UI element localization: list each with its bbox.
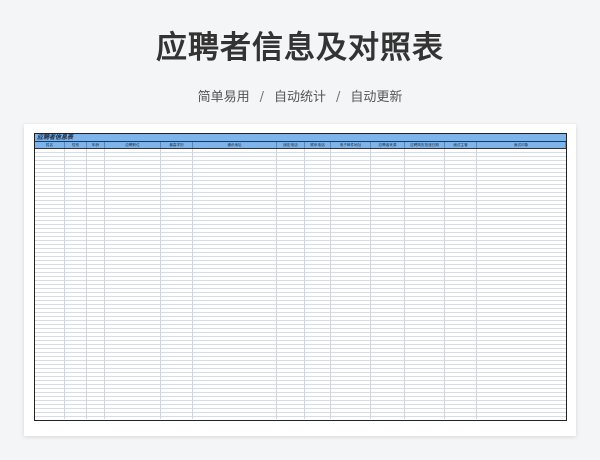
column-header: 姓名 [35, 142, 65, 148]
column-divider [304, 149, 305, 419]
column-divider [370, 149, 371, 419]
column-header: 联系电话 [305, 142, 331, 148]
column-divider [160, 149, 161, 419]
column-divider [104, 149, 105, 419]
column-header: 最高学历 [161, 142, 193, 148]
applicant-table: 应聘者信息表 姓名 性别 年龄 应聘职位 最高学历 通讯地址 固定电话 联系电话 电子邮件地址应… [34, 133, 567, 421]
column-divider [276, 149, 277, 419]
column-divider [444, 149, 445, 419]
column-header: 年龄 [87, 142, 105, 148]
column-divider [86, 149, 87, 419]
column-divider [192, 149, 193, 419]
separator: / [336, 90, 341, 105]
table-title: 应聘者信息表 [35, 134, 566, 142]
column-header: 性别 [65, 142, 87, 148]
column-header: 应聘简历投递日期 [405, 142, 445, 148]
feature-easy: 简单易用 [197, 90, 250, 105]
table-body [35, 149, 566, 419]
column-divider [404, 149, 405, 419]
feature-auto-stats: 自动统计 [273, 90, 326, 105]
column-header: 电子邮件地址 [331, 142, 371, 148]
feature-list: 简单易用 / 自动统计 / 自动更新 [0, 86, 600, 105]
column-header: 面试印象 [477, 142, 566, 148]
feature-auto-update: 自动更新 [350, 90, 403, 105]
column-header: 固定电话 [277, 142, 305, 148]
separator: / [259, 90, 264, 105]
column-header: 应聘职位 [105, 142, 161, 148]
table-header-row: 姓名 性别 年龄 应聘职位 最高学历 通讯地址 固定电话 联系电话 电子邮件地址 应聘者来源 应聘简… [35, 142, 566, 149]
column-divider [64, 149, 65, 419]
spreadsheet-preview: 应聘者信息表 姓名 性别 年龄 应聘职位 最高学历 通讯地址 固定电话 联系电话 电子邮件地址应… [24, 124, 576, 436]
column-divider [330, 149, 331, 419]
column-divider [476, 149, 477, 419]
column-header: 应聘者来源 [371, 142, 405, 148]
column-header: 通讯地址 [193, 142, 277, 148]
page-title: 应聘者信息及对照表 [156, 30, 444, 66]
column-header: 面试主管 [445, 142, 477, 148]
